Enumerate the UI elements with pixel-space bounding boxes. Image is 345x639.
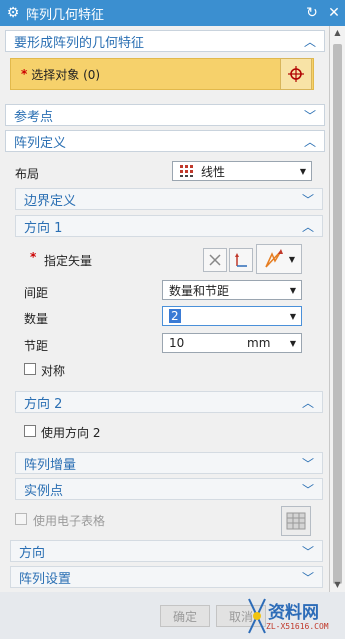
section-reference-header[interactable]: 参考点 ﹀ xyxy=(5,104,325,126)
crosshair-icon xyxy=(288,66,304,82)
layout-value: 线性 xyxy=(201,164,226,179)
section-pattern-def-header[interactable]: 阵列定义 ︿ xyxy=(5,130,325,152)
spreadsheet-icon xyxy=(286,512,306,530)
required-marker: * xyxy=(21,67,28,81)
increment-title: 阵列增量 xyxy=(24,457,77,473)
direction2-title: 方向 2 xyxy=(24,396,63,412)
select-objects-label: 选择对象 (0) xyxy=(31,67,101,82)
section-features-header[interactable]: 要形成阵列的几何特征 ︿ xyxy=(5,30,325,52)
layout-dropdown[interactable]: 线性 ▼ xyxy=(172,161,312,181)
direction2-header[interactable]: 方向 2 ︿ xyxy=(15,391,323,413)
title-bar: ⚙ 阵列几何特征 ↻ ✕ xyxy=(0,0,345,26)
chevron-down-icon[interactable]: ﹀ xyxy=(304,107,316,124)
use-spreadsheet-label: 使用电子表格 xyxy=(33,514,106,528)
chevron-down-icon[interactable]: ﹀ xyxy=(302,569,314,586)
use-direction2-checkbox[interactable] xyxy=(24,425,36,437)
dropdown-arrow-icon: ▼ xyxy=(288,254,296,264)
linear-pattern-icon xyxy=(180,165,193,177)
pitch-unit: mm xyxy=(247,336,271,350)
count-label: 数量 xyxy=(24,312,49,326)
chevron-down-icon[interactable]: ﹀ xyxy=(302,543,314,560)
pitch-input[interactable]: 10 mm ▼ xyxy=(162,333,302,353)
vector-axis-icon xyxy=(235,253,247,267)
orientation-title: 方向 xyxy=(19,545,46,561)
spacing-label: 间距 xyxy=(24,286,49,300)
use-direction2-label: 使用方向 2 xyxy=(41,426,101,440)
reset-icon[interactable]: ↻ xyxy=(301,5,323,21)
direction1-title: 方向 1 xyxy=(24,220,63,236)
vector-options-dropdown[interactable]: ▼ xyxy=(256,244,302,274)
reverse-direction-button[interactable] xyxy=(203,248,227,272)
scrollbar-thumb[interactable] xyxy=(333,44,342,584)
reverse-direction-icon xyxy=(209,254,221,266)
dropdown-arrow-icon: ▼ xyxy=(289,338,296,348)
chevron-down-icon[interactable]: ﹀ xyxy=(302,481,314,498)
vertical-scrollbar[interactable]: ▲ ▼ xyxy=(330,26,345,592)
window-title: 阵列几何特征 xyxy=(26,7,105,23)
close-icon[interactable]: ✕ xyxy=(323,5,345,21)
boundary-def-header[interactable]: 边界定义 ﹀ xyxy=(15,188,323,210)
layout-label: 布局 xyxy=(15,167,40,181)
dialog-content: 要形成阵列的几何特征 ︿ * 选择对象 (0) 参考点 ﹀ 阵列定义 ︿ 布局 … xyxy=(0,26,330,592)
orientation-header[interactable]: 方向 ﹀ xyxy=(10,540,323,562)
scroll-up-icon[interactable]: ▲ xyxy=(330,26,345,40)
symmetric-checkbox[interactable] xyxy=(24,363,36,375)
select-objects-row[interactable]: * 选择对象 (0) xyxy=(10,58,314,90)
instance-points-header[interactable]: 实例点 ﹀ xyxy=(15,478,323,500)
instance-points-title: 实例点 xyxy=(24,483,64,499)
section-features-title: 要形成阵列的几何特征 xyxy=(14,35,145,51)
count-value: 2 xyxy=(169,309,181,323)
count-input[interactable]: 2 ▼ xyxy=(162,306,302,326)
ok-button[interactable]: 确定 xyxy=(160,605,210,627)
increment-header[interactable]: 阵列增量 ﹀ xyxy=(15,452,323,474)
vector-required-marker: * xyxy=(30,250,37,264)
spacing-value: 数量和节距 xyxy=(169,283,230,298)
spreadsheet-button[interactable] xyxy=(281,506,311,536)
chevron-up-icon[interactable]: ︿ xyxy=(302,394,314,411)
watermark-url: ZL-X51616.COM xyxy=(266,622,329,631)
symmetric-label: 对称 xyxy=(41,364,66,378)
gear-icon[interactable]: ⚙ xyxy=(0,5,26,21)
boundary-def-title: 边界定义 xyxy=(24,193,77,209)
settings-header[interactable]: 阵列设置 ﹀ xyxy=(10,566,323,588)
pitch-label: 节距 xyxy=(24,339,49,353)
spacing-dropdown[interactable]: 数量和节距 ▼ xyxy=(162,280,302,300)
pitch-value: 10 xyxy=(169,336,185,350)
settings-title: 阵列设置 xyxy=(19,571,72,587)
chevron-up-icon[interactable]: ︿ xyxy=(304,33,316,50)
specify-vector-label: 指定矢量 xyxy=(44,254,93,268)
use-spreadsheet-checkbox[interactable] xyxy=(15,513,27,525)
dropdown-arrow-icon: ▼ xyxy=(299,166,306,176)
dropdown-arrow-icon: ▼ xyxy=(289,311,296,321)
direction1-header[interactable]: 方向 1 ︿ xyxy=(15,215,323,237)
scroll-down-icon[interactable]: ▼ xyxy=(330,578,345,592)
vector-dialog-button[interactable] xyxy=(229,248,253,272)
section-pattern-def-title: 阵列定义 xyxy=(14,135,67,151)
chevron-up-icon[interactable]: ︿ xyxy=(304,133,316,150)
dropdown-arrow-icon: ▼ xyxy=(289,285,296,295)
watermark-brand: 资料网 xyxy=(268,603,319,623)
section-reference-title: 参考点 xyxy=(14,109,54,125)
chevron-down-icon[interactable]: ﹀ xyxy=(302,191,314,208)
crosshair-select-button[interactable] xyxy=(280,58,312,90)
chevron-up-icon[interactable]: ︿ xyxy=(302,218,314,235)
inferred-vector-icon xyxy=(265,249,283,268)
chevron-down-icon[interactable]: ﹀ xyxy=(302,455,314,472)
